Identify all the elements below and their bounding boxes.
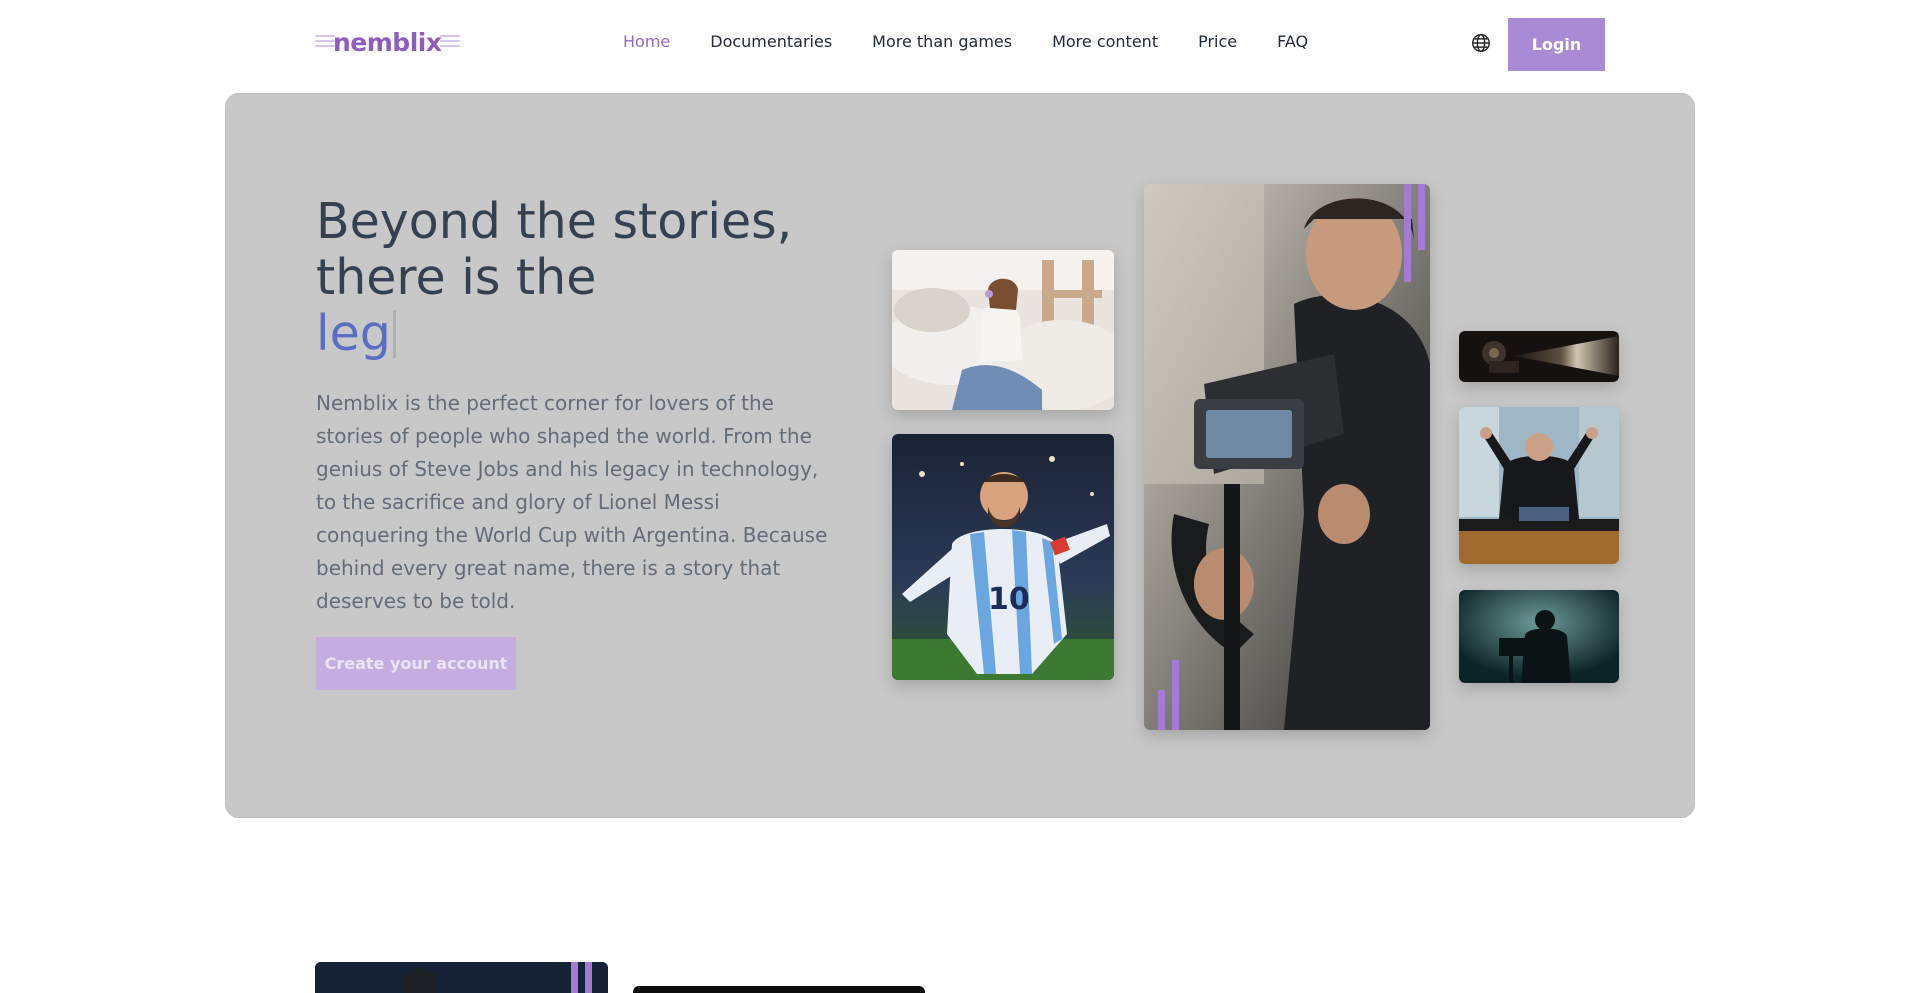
nav-faq[interactable]: FAQ xyxy=(1277,32,1308,51)
accent-bar xyxy=(1172,660,1179,730)
hero-description: Nemblix is the perfect corner for lovers… xyxy=(316,391,828,613)
accent-bar xyxy=(1418,184,1425,250)
nav-price[interactable]: Price xyxy=(1198,32,1237,51)
hero-section: Beyond the stories, there is the leg Nem… xyxy=(225,93,1695,818)
accent-bar xyxy=(585,962,592,993)
nav-home[interactable]: Home xyxy=(623,32,670,51)
nav-documentaries[interactable]: Documentaries xyxy=(710,32,832,51)
globe-icon[interactable] xyxy=(1470,32,1492,54)
hero-title-typed-word: leg xyxy=(316,305,391,362)
presenter-on-stage-photo xyxy=(1459,407,1619,564)
featured-card-2[interactable] xyxy=(633,986,925,993)
hero-title-line-2: there is the xyxy=(316,249,597,306)
silhouette-filmmaker-photo xyxy=(1459,590,1619,683)
brand-logo[interactable]: nemblix xyxy=(315,26,460,60)
logo-decoration-right xyxy=(440,35,460,51)
woman-reading-photo xyxy=(892,250,1114,410)
hero-title: Beyond the stories, there is the leg xyxy=(316,194,792,362)
typing-caret xyxy=(392,310,396,358)
nav-more-content[interactable]: More content xyxy=(1052,32,1158,51)
featured-card-1[interactable] xyxy=(315,962,608,993)
nav-more-than-games[interactable]: More than games xyxy=(872,32,1012,51)
create-account-button[interactable]: Create your account xyxy=(316,637,516,690)
accent-bar xyxy=(1404,184,1411,282)
svg-text:10: 10 xyxy=(988,582,1030,617)
film-projector-photo xyxy=(1459,331,1619,382)
main-nav: Home Documentaries More than games More … xyxy=(623,32,1348,51)
site-header: nemblix Home Documentaries More than gam… xyxy=(0,0,1920,86)
hero-title-line-1: Beyond the stories, xyxy=(316,193,793,250)
cameraman-photo xyxy=(1144,184,1430,730)
logo-text: nemblix xyxy=(333,28,442,57)
accent-bar xyxy=(571,962,578,993)
soccer-player-celebrating-photo: 10 xyxy=(892,434,1114,680)
logo-decoration-left xyxy=(315,35,335,51)
accent-bar xyxy=(1158,690,1165,730)
login-button[interactable]: Login xyxy=(1508,18,1605,71)
